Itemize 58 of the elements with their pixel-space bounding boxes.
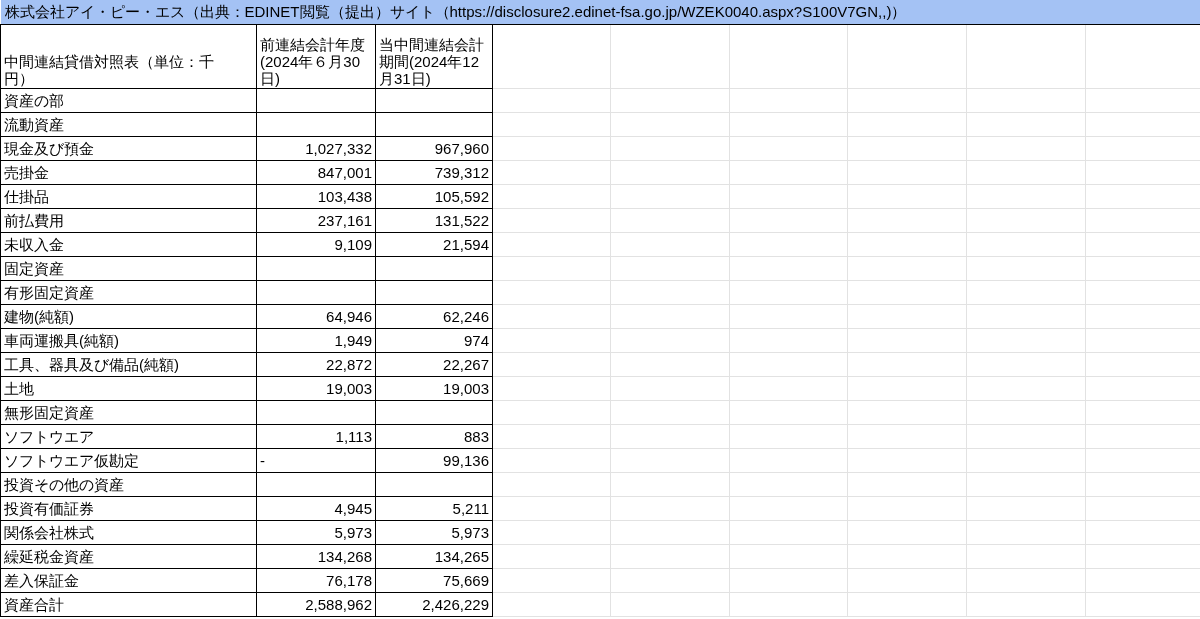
value-cell: 5,211 [375,496,493,521]
row-label: 差入保証金 [0,568,257,593]
column-header: 当中間連結会計期間(2024年12月31日) [375,24,493,89]
row-label: ソフトウエア仮勘定 [0,448,257,473]
value-cell: 64,946 [256,304,376,329]
value-cell: - [256,448,376,473]
value-cell: 4,945 [256,496,376,521]
value-cell: 103,438 [256,184,376,209]
value-cell: 847,001 [256,160,376,185]
value-cell: 5,973 [256,520,376,545]
value-cell: 739,312 [375,160,493,185]
row-label: 現金及び預金 [0,136,257,161]
row-label: 投資その他の資産 [0,472,257,497]
value-cell: 1,113 [256,424,376,449]
row-label: 土地 [0,376,257,401]
value-cell: 134,265 [375,544,493,569]
sheet-title: 株式会社アイ・ピー・エス（出典：EDINET閲覧（提出）サイト（https://disclosure2.edinet-fsa.go.jp/WZEK0040.aspx?S100V7GN,,)） [0,0,1200,25]
value-cell: 75,669 [375,568,493,593]
value-cell: 883 [375,424,493,449]
value-cell: 1,027,332 [256,136,376,161]
row-label: 関係会社株式 [0,520,257,545]
value-cell: 2,588,962 [256,592,376,617]
row-label: 投資有価証券 [0,496,257,521]
value-cell: 9,109 [256,232,376,257]
row-label: 工具、器具及び備品(純額) [0,352,257,377]
value-cell: 19,003 [375,376,493,401]
value-cell: 134,268 [256,544,376,569]
value-cell: 22,267 [375,352,493,377]
value-cell: 2,426,229 [375,592,493,617]
row-label: 売掛金 [0,160,257,185]
row-label: 仕掛品 [0,184,257,209]
value-cell: 5,973 [375,520,493,545]
value-cell: 974 [375,328,493,353]
row-label: 前払費用 [0,208,257,233]
row-label: 流動資産 [0,112,257,137]
value-cell: 237,161 [256,208,376,233]
value-cell: 99,136 [375,448,493,473]
row-label: 繰延税金資産 [0,544,257,569]
column-header: 中間連結貸借対照表（単位：千円） [0,24,257,89]
row-label: 建物(純額) [0,304,257,329]
row-label: 固定資産 [0,256,257,281]
row-label: 無形固定資産 [0,400,257,425]
row-label: ソフトウエア [0,424,257,449]
row-label: 未収入金 [0,232,257,257]
value-cell: 131,522 [375,208,493,233]
row-label: 資産の部 [0,88,257,113]
value-cell: 62,246 [375,304,493,329]
value-cell: 21,594 [375,232,493,257]
value-cell: 967,960 [375,136,493,161]
value-cell: 76,178 [256,568,376,593]
row-label: 有形固定資産 [0,280,257,305]
value-cell: 22,872 [256,352,376,377]
row-label: 資産合計 [0,592,257,617]
value-cell: 1,949 [256,328,376,353]
column-header: 前連結会計年度(2024年６月30日) [256,24,376,89]
row-label: 車両運搬具(純額) [0,328,257,353]
value-cell: 105,592 [375,184,493,209]
value-cell: 19,003 [256,376,376,401]
